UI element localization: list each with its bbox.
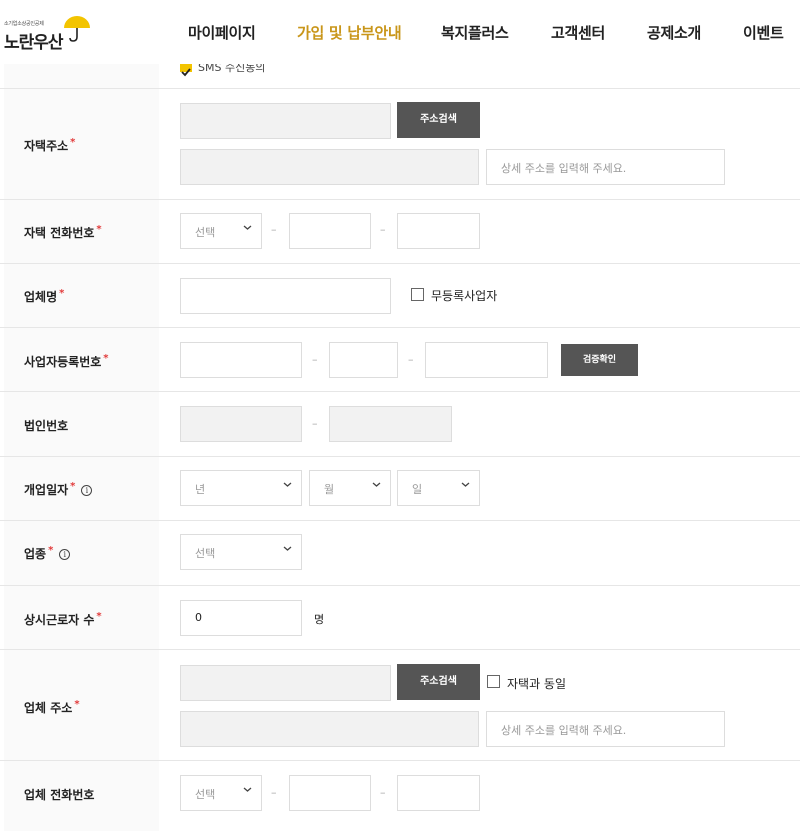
- home-address-label: 자택주소 *: [24, 137, 76, 153]
- employees-row: 상시근로자 수 * 0 명: [0, 586, 800, 650]
- page: SMS 수신동의 자택주소 * 주소검색 상세 주소를 입력해 주세요. 자택 전…: [0, 0, 800, 831]
- chevron-down-icon: [372, 480, 381, 488]
- company-address-search-button[interactable]: 주소검색: [397, 664, 480, 700]
- opening-date-row: 개업일자 * i 년 월 일: [0, 457, 800, 521]
- company-name-row: 업체명 * 무등록사업자: [0, 264, 800, 328]
- chevron-down-icon: [243, 223, 252, 231]
- business-reg-no-label: 사업자등록번호 *: [24, 353, 109, 369]
- unregistered-business-label: 무등록사업자: [431, 289, 498, 303]
- logo-title: 노란우산: [4, 33, 64, 53]
- corporate-no-part1-input[interactable]: [180, 406, 302, 442]
- opening-year-select[interactable]: 년: [180, 470, 302, 506]
- chevron-down-icon: [283, 544, 292, 552]
- home-phone-label: 자택 전화번호 *: [24, 224, 102, 240]
- logo-subtitle: 소기업소상공인공제: [4, 21, 44, 27]
- nav-customer-center[interactable]: 고객센터: [551, 22, 605, 43]
- corporate-no-label: 법인번호: [24, 419, 69, 433]
- business-reg-no-part2-input[interactable]: [329, 342, 398, 378]
- opening-date-label: 개업일자 * i: [24, 481, 93, 498]
- company-phone-label: 업체 전화번호: [24, 788, 95, 802]
- home-address-detail-input[interactable]: 상세 주소를 입력해 주세요.: [486, 149, 725, 185]
- nav-mypage[interactable]: 마이페이지: [188, 22, 256, 43]
- nav-event[interactable]: 이벤트: [743, 22, 784, 43]
- corporate-no-part2-input[interactable]: [329, 406, 452, 442]
- corporate-no-row: 법인번호 –: [0, 392, 800, 457]
- employees-input[interactable]: 0: [180, 600, 302, 636]
- business-reg-verify-button[interactable]: 검증확인: [561, 344, 638, 376]
- business-reg-no-part1-input[interactable]: [180, 342, 302, 378]
- logo[interactable]: 소기업소상공인공제 노란우산: [4, 14, 94, 54]
- info-icon[interactable]: i: [59, 549, 71, 560]
- company-phone-middle-input[interactable]: [289, 775, 371, 811]
- nav-join-payment[interactable]: 가입 및 납부안내: [297, 22, 402, 43]
- company-zipcode-input[interactable]: [180, 665, 391, 701]
- company-address-detail-input[interactable]: 상세 주소를 입력해 주세요.: [486, 711, 725, 747]
- company-phone-area-select[interactable]: 선택: [180, 775, 262, 811]
- industry-select[interactable]: 선택: [180, 534, 302, 570]
- company-address-label: 업체 주소 *: [24, 699, 80, 715]
- chevron-down-icon: [461, 480, 470, 488]
- unregistered-business-checkbox[interactable]: [411, 288, 424, 301]
- home-phone-row: 자택 전화번호 * 선택 – –: [0, 200, 800, 264]
- same-as-home-label: 자택과 동일: [507, 677, 567, 691]
- home-phone-last-input[interactable]: [397, 213, 480, 249]
- chevron-down-icon: [283, 480, 292, 488]
- home-address-base-input[interactable]: [180, 149, 479, 185]
- company-name-label: 업체명 *: [24, 288, 65, 304]
- chevron-down-icon: [243, 785, 252, 793]
- home-address-search-button[interactable]: 주소검색: [397, 102, 480, 138]
- business-reg-no-row: 사업자등록번호 * – – 검증확인: [0, 328, 800, 392]
- business-reg-no-part3-input[interactable]: [425, 342, 548, 378]
- company-address-base-input[interactable]: [180, 711, 479, 747]
- company-phone-row: 업체 전화번호 선택 – –: [0, 761, 800, 831]
- info-icon[interactable]: i: [81, 485, 93, 496]
- employees-unit: 명: [314, 613, 325, 626]
- site-header: 소기업소상공인공제 노란우산 마이페이지 가입 및 납부안내 복지플러스 고객센…: [0, 0, 800, 64]
- home-zipcode-input[interactable]: [180, 103, 391, 139]
- company-phone-last-input[interactable]: [397, 775, 480, 811]
- nav-about[interactable]: 공제소개: [647, 22, 701, 43]
- nav-welfare-plus[interactable]: 복지플러스: [441, 22, 509, 43]
- company-name-input[interactable]: [180, 278, 391, 314]
- home-phone-area-select[interactable]: 선택: [180, 213, 262, 249]
- home-phone-middle-input[interactable]: [289, 213, 371, 249]
- opening-month-select[interactable]: 월: [309, 470, 391, 506]
- opening-day-select[interactable]: 일: [397, 470, 480, 506]
- umbrella-icon: [62, 14, 92, 46]
- same-as-home-checkbox[interactable]: [487, 675, 500, 688]
- industry-label: 업종 * i: [24, 545, 71, 562]
- industry-row: 업종 * i 선택: [0, 521, 800, 586]
- company-address-row: 업체 주소 * 주소검색 자택과 동일 상세 주소를 입력해 주세요.: [0, 650, 800, 761]
- home-address-row: 자택주소 * 주소검색 상세 주소를 입력해 주세요.: [0, 89, 800, 200]
- employees-label: 상시근로자 수 *: [24, 611, 102, 627]
